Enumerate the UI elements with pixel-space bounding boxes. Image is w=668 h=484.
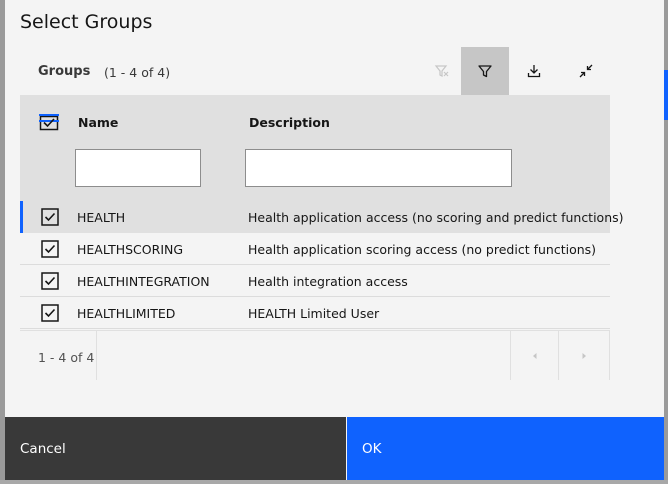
background-accent (664, 70, 668, 120)
previous-page-button[interactable] (510, 331, 558, 380)
row-checkbox[interactable] (41, 272, 59, 290)
clear-filter-button[interactable] (418, 47, 466, 95)
group-description: Health application scoring access (no pr… (248, 242, 597, 257)
table-toolbar: Groups (1 - 4 of 4) (20, 47, 610, 95)
selected-row-indicator (20, 201, 23, 233)
pagination-range: 1 - 4 of 4 (38, 350, 95, 365)
description-filter-input[interactable] (245, 149, 512, 187)
caret-left-icon (532, 352, 536, 359)
group-description: Health integration access (248, 274, 408, 289)
table-row[interactable]: HEALTHLIMITED HEALTH Limited User (20, 297, 610, 329)
row-checkbox[interactable] (41, 208, 59, 226)
download-button[interactable] (510, 47, 558, 95)
caret-right-icon (582, 352, 586, 359)
table-row[interactable]: HEALTH Health application access (no sco… (20, 201, 624, 233)
row-checkbox[interactable] (41, 304, 59, 322)
name-filter-input[interactable] (75, 149, 201, 187)
next-page-button[interactable] (558, 331, 610, 380)
modal-footer: Cancel OK (5, 417, 664, 480)
group-name: HEALTHLIMITED (77, 306, 176, 321)
collapse-icon (579, 64, 593, 78)
clear-filter-icon (434, 65, 449, 77)
collapse-button[interactable] (562, 47, 610, 95)
select-groups-modal: Select Groups Groups (1 - 4 of 4) Name D… (5, 0, 664, 480)
group-name: HEALTH (77, 210, 126, 225)
ok-button-label: OK (362, 441, 382, 457)
select-all-checkbox[interactable] (39, 113, 59, 131)
background-page-right (664, 0, 668, 484)
modal-title: Select Groups (20, 11, 153, 33)
groups-table: Groups (1 - 4 of 4) Name Description HEA… (20, 47, 624, 380)
pagination-divider (96, 331, 97, 380)
cancel-button[interactable]: Cancel (5, 417, 346, 480)
background-page-bottom (0, 480, 668, 484)
cancel-button-label: Cancel (20, 441, 66, 457)
column-header-description[interactable]: Description (249, 115, 330, 130)
table-count: (1 - 4 of 4) (104, 65, 171, 80)
group-name: HEALTHSCORING (77, 242, 184, 257)
table-title: Groups (38, 64, 91, 79)
ok-button[interactable]: OK (347, 417, 664, 480)
group-description: Health application access (no scoring an… (248, 210, 624, 225)
group-description: HEALTH Limited User (248, 306, 380, 321)
filter-button[interactable] (461, 47, 509, 95)
column-header-name[interactable]: Name (78, 115, 118, 130)
row-checkbox[interactable] (41, 240, 59, 258)
group-name: HEALTHINTEGRATION (77, 274, 210, 289)
table-row[interactable]: HEALTHSCORING Health application scoring… (20, 233, 610, 265)
pagination-bar: 1 - 4 of 4 (20, 330, 610, 380)
table-header: Name Description (20, 95, 610, 216)
filter-icon (478, 65, 492, 78)
download-icon (527, 65, 541, 78)
table-row[interactable]: HEALTHINTEGRATION Health integration acc… (20, 265, 610, 297)
